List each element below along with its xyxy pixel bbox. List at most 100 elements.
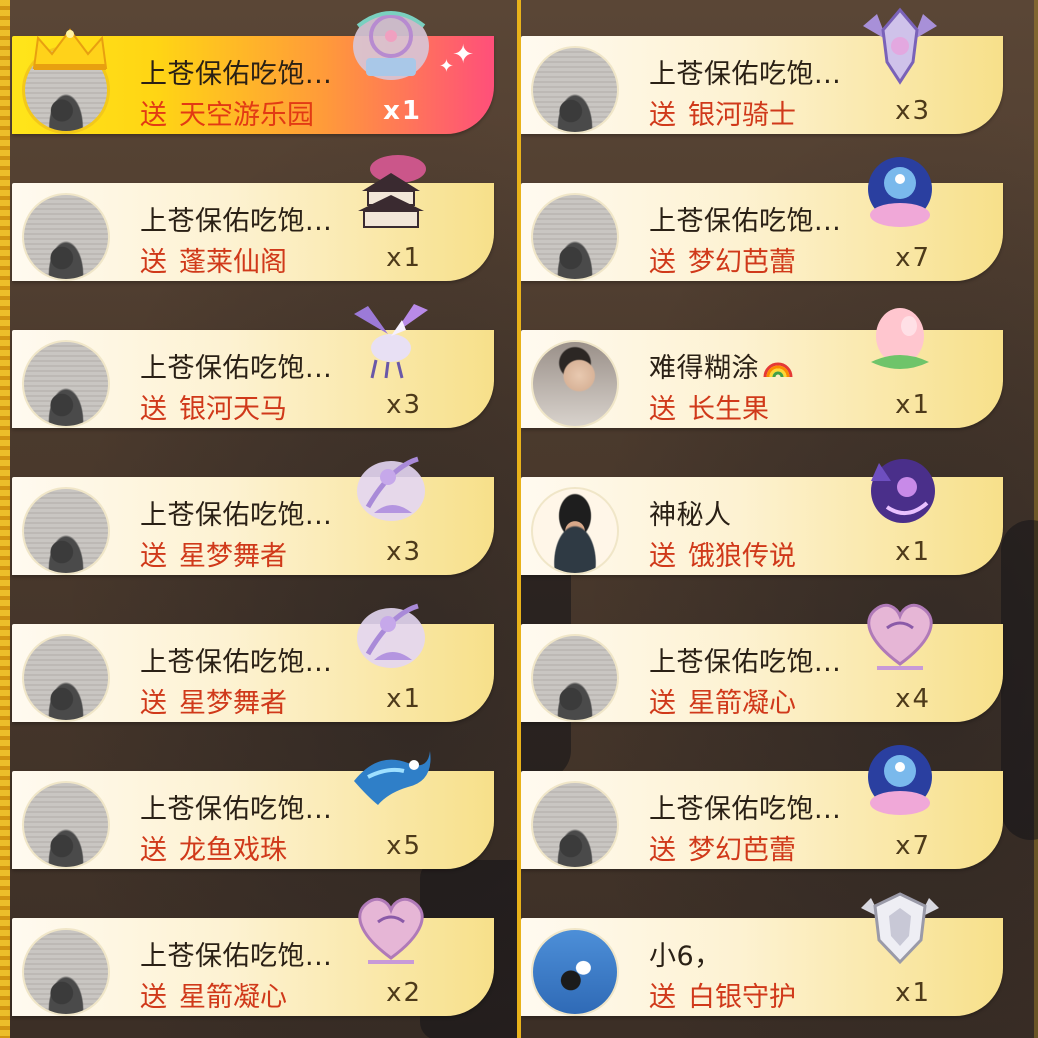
golden-dotted-border	[0, 0, 10, 1038]
gift-name: 银河骑士	[688, 100, 796, 131]
gift-count: x1	[386, 684, 422, 714]
gift-message-row[interactable]: 上苍保佑吃饱... 送龙鱼戏珠 x5	[12, 751, 494, 869]
ballet-gift-icon	[868, 745, 932, 815]
sender-name[interactable]: 上苍保佑吃饱...	[649, 640, 841, 679]
send-label: 送	[649, 835, 676, 866]
gift-count: x1	[895, 537, 931, 567]
sender-name[interactable]: 神秘人	[649, 493, 732, 532]
ballet-gift-icon	[868, 157, 932, 227]
sender-name[interactable]: 上苍保佑吃饱...	[140, 640, 332, 679]
send-label: 送	[140, 688, 167, 719]
send-label: 送	[649, 247, 676, 278]
silver-shield-gift-icon	[861, 892, 939, 965]
sender-name[interactable]: 上苍保佑吃饱...	[140, 346, 332, 385]
avatar[interactable]	[531, 340, 619, 428]
avatar[interactable]	[531, 193, 619, 281]
sender-name[interactable]: 难得糊涂	[649, 346, 793, 385]
sender-name[interactable]: 上苍保佑吃饱...	[649, 52, 841, 91]
send-label: 送	[140, 541, 167, 572]
gift-message-row[interactable]: 上苍保佑吃饱... 送天空游乐园 ✦ ✦ x1	[12, 11, 494, 134]
gift-line: 送银河天马	[140, 387, 287, 426]
sender-name[interactable]: 上苍保佑吃饱...	[140, 787, 332, 826]
gift-line: 送饿狼传说	[649, 534, 796, 573]
avatar[interactable]	[22, 340, 110, 428]
gift-name: 饿狼传说	[688, 541, 796, 572]
avatar[interactable]	[22, 487, 110, 575]
send-label: 送	[140, 100, 167, 131]
dancer-gift-icon	[357, 603, 425, 668]
gift-message-row[interactable]: 上苍保佑吃饱... 送银河骑士 x3	[521, 7, 1003, 134]
heart-arrow-gift-icon	[867, 603, 933, 670]
send-label: 送	[140, 247, 167, 278]
avatar[interactable]	[22, 781, 110, 869]
gift-message-row[interactable]: 上苍保佑吃饱... 送梦幻芭蕾 x7	[521, 745, 1003, 869]
gift-count: x2	[386, 978, 422, 1008]
sender-name[interactable]: 上苍保佑吃饱...	[649, 787, 841, 826]
knight-gift-icon	[863, 7, 937, 85]
gift-line: 送白银守护	[649, 975, 796, 1014]
gift-name: 梦幻芭蕾	[688, 835, 796, 866]
send-label: 送	[140, 982, 167, 1013]
gift-message-row[interactable]: 上苍保佑吃饱... 送星梦舞者 x3	[12, 456, 494, 575]
gift-line: 送龙鱼戏珠	[140, 828, 287, 867]
gift-message-row[interactable]: 上苍保佑吃饱... 送星梦舞者 x1	[12, 603, 494, 722]
avatar[interactable]	[22, 634, 110, 722]
send-label: 送	[140, 394, 167, 425]
gift-name: 白银守护	[688, 982, 796, 1013]
gift-message-row[interactable]: 上苍保佑吃饱... 送银河天马 x3	[12, 304, 494, 428]
send-label: 送	[649, 100, 676, 131]
gift-name: 梦幻芭蕾	[688, 247, 796, 278]
send-label: 送	[649, 982, 676, 1013]
sender-name[interactable]: 上苍保佑吃饱...	[140, 934, 332, 973]
pegasus-gift-icon	[354, 304, 428, 379]
avatar[interactable]	[531, 781, 619, 869]
gift-line: 送天空游乐园	[140, 93, 314, 132]
gift-name: 星梦舞者	[179, 688, 287, 719]
gift-count: x1	[895, 978, 931, 1008]
gift-count: x1	[895, 390, 931, 420]
gift-name: 星箭凝心	[179, 982, 287, 1013]
gift-line: 送梦幻芭蕾	[649, 828, 796, 867]
sender-name[interactable]: 小6，	[649, 934, 722, 973]
gift-count: x7	[895, 243, 931, 273]
crown-icon	[32, 28, 108, 70]
avatar[interactable]	[531, 487, 619, 575]
avatar[interactable]	[22, 928, 110, 1016]
gift-message-row[interactable]: 上苍保佑吃饱... 送星箭凝心 x2	[12, 897, 494, 1016]
gift-message-row[interactable]: 上苍保佑吃饱... 送蓬莱仙阁 x1	[12, 155, 494, 281]
sender-name[interactable]: 上苍保佑吃饱...	[140, 493, 332, 532]
pavilion-gift-icon	[358, 155, 426, 228]
gift-line: 送星梦舞者	[140, 534, 287, 573]
gift-name: 长生果	[688, 394, 769, 425]
gift-line: 送长生果	[649, 387, 769, 426]
send-label: 送	[649, 394, 676, 425]
avatar[interactable]	[531, 46, 619, 134]
rainbow-icon	[763, 362, 793, 378]
avatar[interactable]	[531, 928, 619, 1016]
dancer-gift-icon	[357, 456, 425, 521]
gift-count: x1	[383, 96, 422, 126]
send-label: 送	[649, 541, 676, 572]
avatar[interactable]	[531, 634, 619, 722]
gift-message-row[interactable]: 上苍保佑吃饱... 送星箭凝心 x4	[521, 603, 1003, 722]
gift-line: 送星箭凝心	[140, 975, 287, 1014]
heart-arrow-gift-icon	[358, 897, 424, 964]
gift-line: 送蓬莱仙阁	[140, 240, 287, 279]
gift-message-row[interactable]: 神秘人 送饿狼传说 x1	[521, 459, 1003, 575]
sender-name[interactable]: 上苍保佑吃饱...	[140, 52, 332, 91]
gift-message-row[interactable]: 上苍保佑吃饱... 送梦幻芭蕾 x7	[521, 157, 1003, 281]
amusement-park-gift-icon	[353, 11, 429, 80]
sender-name[interactable]: 上苍保佑吃饱...	[140, 199, 332, 238]
peach-gift-icon	[871, 308, 929, 369]
gift-line: 送银河骑士	[649, 93, 796, 132]
gift-message-row[interactable]: 小6， 送白银守护 x1	[521, 892, 1003, 1016]
gift-count: x5	[386, 831, 422, 861]
avatar[interactable]	[22, 193, 110, 281]
gift-name: 蓬莱仙阁	[179, 247, 287, 278]
background-equipment	[1001, 520, 1038, 840]
send-label: 送	[140, 835, 167, 866]
sender-name[interactable]: 上苍保佑吃饱...	[649, 199, 841, 238]
dragon-fish-gift-icon	[354, 751, 431, 805]
gift-name: 星箭凝心	[688, 688, 796, 719]
gift-message-row[interactable]: 难得糊涂 送长生果 x1	[521, 308, 1003, 428]
